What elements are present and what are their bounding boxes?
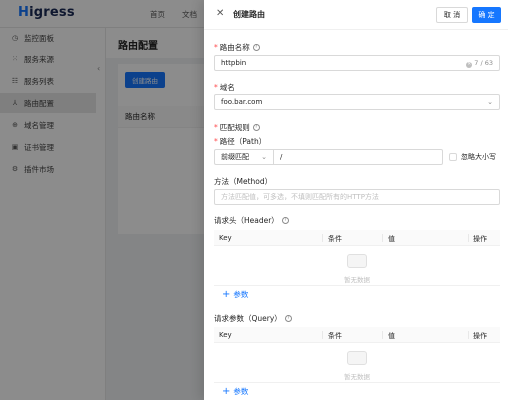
empty-box-icon — [347, 254, 367, 268]
query-table-head: Key 条件 值 操作 — [214, 327, 500, 343]
confirm-button[interactable]: 确 定 — [472, 7, 501, 23]
column-value: 值 — [388, 235, 395, 243]
column-value: 值 — [388, 332, 395, 340]
query-label: 请求参数（Query） ? — [214, 313, 292, 324]
close-icon[interactable]: ✕ — [216, 8, 224, 19]
help-icon[interactable]: ? — [281, 217, 289, 224]
path-label: * 路径（Path） — [214, 137, 267, 146]
drawer-header: ✕ 创建路由 取 消 确 定 — [204, 0, 508, 30]
method-select[interactable]: 方法匹配值，可多选，不填则匹配所有的HTTP方法 — [214, 189, 500, 205]
column-key: Key — [219, 234, 232, 242]
cancel-button[interactable]: 取 消 — [436, 7, 468, 23]
chevron-down-icon: ⌄ — [487, 98, 493, 106]
help-icon[interactable]: ? — [284, 315, 292, 322]
plus-icon: + — [222, 385, 231, 397]
header-table: Key 条件 值 操作 暂无数据 — [214, 230, 500, 286]
method-label: 方法（Method） — [214, 177, 273, 186]
path-input[interactable]: / — [273, 149, 443, 165]
header-empty-state: 暂无数据 — [214, 246, 500, 286]
help-icon[interactable]: ? — [252, 44, 260, 51]
column-action: 操作 — [473, 332, 487, 340]
route-name-label: * 路由名称 ? — [214, 42, 260, 53]
column-condition: 条件 — [328, 235, 342, 243]
chevron-down-icon: ⌄ — [261, 153, 267, 161]
char-count: ✕ 7 / 63 — [466, 59, 493, 68]
empty-box-icon — [347, 351, 367, 365]
column-condition: 条件 — [328, 332, 342, 340]
drawer-title: 创建路由 — [233, 10, 265, 19]
checkbox-box[interactable] — [449, 153, 457, 161]
query-table: Key 条件 值 操作 暂无数据 — [214, 327, 500, 383]
column-key: Key — [219, 331, 232, 339]
clear-icon[interactable]: ✕ — [466, 62, 473, 68]
add-header-param-button[interactable]: + 参数 — [222, 289, 248, 300]
ignore-case-checkbox[interactable]: 忽略大小写 — [449, 152, 496, 162]
help-icon[interactable]: ? — [252, 124, 260, 131]
domain-label: * 域名 — [214, 83, 235, 92]
query-empty-state: 暂无数据 — [214, 343, 500, 383]
path-match-type-select[interactable]: 前缀匹配 ⌄ — [214, 149, 273, 165]
add-query-param-button[interactable]: + 参数 — [222, 386, 248, 397]
domain-select[interactable]: foo.bar.com ⌄ — [214, 94, 500, 110]
create-route-drawer: ✕ 创建路由 取 消 确 定 * 路由名称 ? httpbin ✕ 7 / 63 … — [204, 0, 508, 400]
header-label: 请求头（Header） ? — [214, 215, 289, 226]
match-rule-label: * 匹配规则 ? — [214, 122, 260, 133]
column-action: 操作 — [473, 235, 487, 243]
plus-icon: + — [222, 288, 231, 300]
route-name-input[interactable]: httpbin ✕ 7 / 63 — [214, 55, 500, 71]
header-table-head: Key 条件 值 操作 — [214, 230, 500, 246]
